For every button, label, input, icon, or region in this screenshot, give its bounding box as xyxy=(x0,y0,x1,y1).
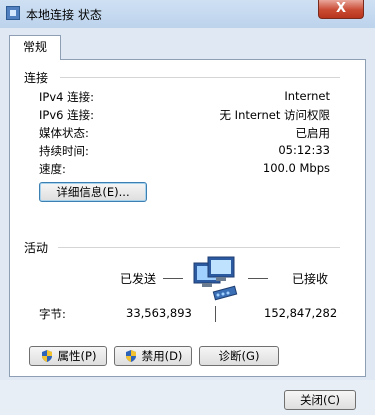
uac-shield-icon xyxy=(125,350,136,362)
disable-label: 禁用(D) xyxy=(141,349,183,363)
activity-divider xyxy=(58,247,340,248)
details-button[interactable]: 详细信息(E)... xyxy=(39,182,147,202)
ipv6-value: 无 Internet 访问权限 xyxy=(219,108,330,122)
tab-general[interactable]: 常规 xyxy=(9,35,61,60)
window-title: 本地连接 状态 xyxy=(26,8,102,22)
connection-divider xyxy=(60,77,340,78)
ipv6-label: IPv6 连接: xyxy=(39,108,94,122)
received-line xyxy=(248,278,268,279)
properties-button[interactable]: 属性(P) xyxy=(29,346,107,366)
connection-section-title: 连接 xyxy=(24,71,49,85)
sent-line xyxy=(163,278,183,279)
diagnose-button[interactable]: 诊断(G) xyxy=(199,346,279,366)
bytes-sent-value: 33,563,893 xyxy=(126,306,192,320)
media-state-value: 已启用 xyxy=(295,126,331,140)
ipv4-label: IPv4 连接: xyxy=(39,90,94,104)
received-label: 已接收 xyxy=(292,272,329,286)
bytes-divider xyxy=(215,306,216,322)
ipv4-value: Internet xyxy=(284,89,330,103)
uac-shield-icon xyxy=(41,350,52,362)
duration-label: 持续时间: xyxy=(39,144,89,158)
duration-value: 05:12:33 xyxy=(278,143,330,157)
speed-label: 速度: xyxy=(39,162,66,176)
activity-section-title: 活动 xyxy=(24,241,49,255)
close-window-button[interactable]: X xyxy=(318,0,364,19)
close-button[interactable]: 关闭(C) xyxy=(284,390,356,410)
title-bar: 本地连接 状态 X xyxy=(0,0,375,28)
disable-button[interactable]: 禁用(D) xyxy=(114,346,192,366)
speed-value: 100.0 Mbps xyxy=(262,161,330,175)
sent-label: 已发送 xyxy=(120,272,157,286)
network-computers-icon xyxy=(193,256,238,301)
bytes-received-value: 152,847,282 xyxy=(264,306,338,320)
network-adapter-icon xyxy=(6,6,20,20)
bytes-label: 字节: xyxy=(39,307,66,321)
properties-label: 属性(P) xyxy=(57,349,97,363)
media-state-label: 媒体状态: xyxy=(39,126,89,140)
